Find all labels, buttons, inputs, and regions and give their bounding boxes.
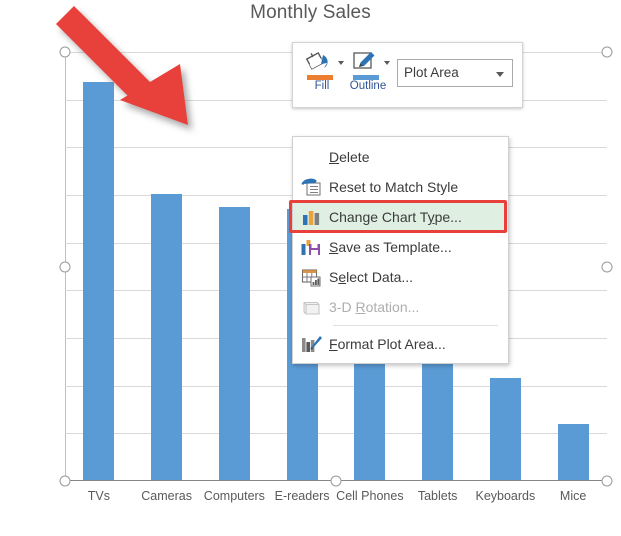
x-axis-tick-label: Cameras — [141, 489, 192, 503]
outline-glyph-row — [345, 49, 391, 80]
x-axis-tick-label: Keyboards — [475, 489, 536, 503]
menu-item-label: 3-D Rotation... — [329, 299, 420, 315]
menu-item-select-data[interactable]: Select Data... — [293, 262, 508, 292]
select-data-icon — [293, 265, 329, 289]
fill-glyph-row — [299, 49, 345, 80]
menu-item-label: Delete — [329, 149, 370, 165]
bar[interactable] — [218, 206, 250, 480]
fill-button[interactable]: Fill — [299, 49, 345, 103]
chevron-down-icon[interactable] — [496, 72, 504, 77]
chart-element-dropdown[interactable]: Plot Area — [397, 59, 513, 87]
reset-style-icon — [293, 175, 329, 199]
outline-button[interactable]: Outline — [345, 49, 391, 103]
fill-button-label: Fill — [314, 80, 330, 92]
save-template-icon — [293, 235, 329, 259]
menu-item-change-chart-type[interactable]: Change Chart Type... — [293, 202, 508, 232]
menu-item-save-as-template[interactable]: Save as Template... — [293, 232, 508, 262]
x-axis-tick-label: Tablets — [417, 489, 458, 503]
menu-separator — [333, 325, 498, 326]
handle-bottom-center[interactable] — [330, 475, 342, 487]
x-axis-tick-label: E-readers — [274, 489, 330, 503]
handle-bottom-right[interactable] — [601, 475, 613, 487]
chart-element-dropdown-value: Plot Area — [404, 65, 459, 80]
chart-type-icon — [293, 205, 329, 229]
handle-top-right[interactable] — [601, 46, 613, 58]
bar[interactable] — [83, 81, 115, 480]
outline-color-swatch — [353, 75, 379, 80]
rotation-3d-icon — [293, 295, 329, 319]
mini-toolbar[interactable]: Fill Outline Plot Area — [292, 42, 523, 108]
menu-item-reset-to-match-style[interactable]: Reset to Match Style — [293, 172, 508, 202]
gridline — [65, 385, 607, 387]
outline-pen-icon — [353, 52, 375, 69]
menu-item-3-d-rotation: 3-D Rotation... — [293, 292, 508, 322]
outline-button-label: Outline — [349, 80, 387, 92]
menu-icon-placeholder — [293, 145, 329, 169]
menu-item-label: Select Data... — [329, 269, 414, 285]
menu-item-label: Save as Template... — [329, 239, 452, 255]
excel-chart-screenshot: Monthly Sales $90,000$80,000$70,000$60,0… — [0, 0, 621, 536]
handle-bottom-left[interactable] — [59, 475, 71, 487]
handle-middle-right[interactable] — [601, 261, 613, 272]
gridline — [65, 433, 607, 435]
menu-item-label: Change Chart Type... — [329, 209, 462, 225]
bar[interactable] — [151, 194, 183, 480]
fill-bucket-icon — [305, 51, 328, 70]
page-title: Monthly Sales — [250, 2, 371, 23]
x-axis-tick-label: Cell Phones — [336, 489, 404, 503]
bar[interactable] — [557, 423, 589, 480]
x-axis-tick-label: TVs — [87, 489, 110, 503]
handle-middle-left[interactable] — [59, 261, 71, 272]
format-plot-icon — [293, 332, 329, 356]
menu-item-label: Reset to Match Style — [329, 179, 459, 195]
handle-top-left[interactable] — [59, 46, 71, 58]
menu-item-label: Format Plot Area... — [329, 336, 446, 352]
outline-dropdown-caret-icon[interactable] — [384, 61, 390, 65]
menu-item-format-plot-area[interactable]: Format Plot Area... — [293, 329, 508, 359]
context-menu[interactable]: Delete Reset to Match Style Change Chart T… — [292, 136, 509, 364]
x-axis-tick-label: Computers — [203, 489, 265, 503]
fill-dropdown-caret-icon[interactable] — [338, 61, 344, 65]
menu-item-delete[interactable]: Delete — [293, 142, 508, 172]
x-axis-tick-label: Mice — [559, 489, 587, 503]
bar[interactable] — [489, 378, 521, 480]
fill-color-swatch — [307, 75, 333, 80]
